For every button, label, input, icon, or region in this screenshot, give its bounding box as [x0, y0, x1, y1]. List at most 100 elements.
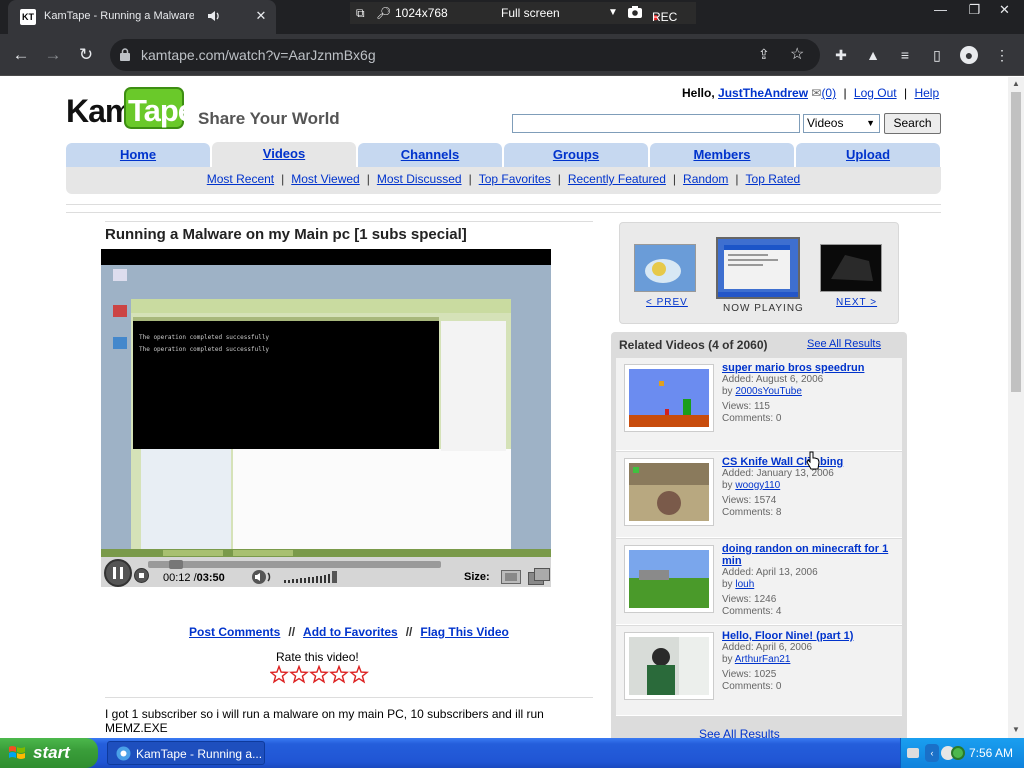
- camera-icon[interactable]: [628, 6, 642, 21]
- video-player[interactable]: The operation completed successfully The…: [101, 249, 551, 587]
- flask-icon[interactable]: ▲: [864, 46, 882, 64]
- prev-link[interactable]: < PREV: [646, 297, 688, 308]
- media-queue-icon[interactable]: ≡: [896, 46, 914, 64]
- url-text[interactable]: kamtape.com/watch?v=AarJznmBx6g: [141, 47, 376, 63]
- volume-icon[interactable]: [251, 569, 273, 585]
- close-window-icon[interactable]: ✕: [988, 0, 1021, 20]
- next-link[interactable]: NEXT >: [836, 297, 877, 308]
- related-thumbnail[interactable]: [624, 458, 714, 526]
- current-video-thumbnail[interactable]: [716, 237, 800, 299]
- tab-members[interactable]: Members: [650, 143, 794, 167]
- minimize-icon[interactable]: —: [924, 0, 957, 20]
- flag-video-link[interactable]: Flag This Video: [420, 625, 508, 639]
- stop-button[interactable]: [134, 568, 149, 583]
- taskbar-window-item[interactable]: KamTape - Running a...: [107, 741, 265, 765]
- tab-groups[interactable]: Groups: [504, 143, 648, 167]
- rating-star-icon[interactable]: [289, 665, 309, 684]
- recorder-mode[interactable]: Full screen: [501, 6, 560, 20]
- rating-star-icon[interactable]: [329, 665, 349, 684]
- chevron-down-icon[interactable]: ▼: [608, 7, 618, 18]
- security-tray-icon[interactable]: [951, 746, 965, 760]
- logout-link[interactable]: Log Out: [854, 86, 897, 100]
- related-video-item[interactable]: Hello, Floor Nine! (part 1) Added: April…: [616, 626, 902, 716]
- scroll-up-icon[interactable]: ▲: [1011, 79, 1021, 89]
- subnav-most-discussed[interactable]: Most Discussed: [377, 172, 462, 186]
- post-comments-link[interactable]: Post Comments: [189, 625, 280, 639]
- related-video-item[interactable]: doing randon on minecraft for 1 min Adde…: [616, 539, 902, 625]
- search-button[interactable]: Search: [884, 113, 941, 134]
- share-icon[interactable]: ⇪: [758, 46, 770, 63]
- profile-avatar-icon[interactable]: ●: [960, 46, 978, 64]
- tab-videos[interactable]: Videos: [212, 142, 356, 167]
- related-author-link[interactable]: ArthurFan21: [735, 654, 791, 665]
- reload-icon[interactable]: ↻: [73, 42, 99, 68]
- restore-icon[interactable]: ❐: [958, 0, 991, 20]
- side-panel-icon[interactable]: ▯: [928, 46, 946, 64]
- subnav-random[interactable]: Random: [683, 172, 728, 186]
- add-to-favorites-link[interactable]: Add to Favorites: [303, 625, 398, 639]
- related-author-link[interactable]: louh: [735, 579, 754, 590]
- fullscreen-icon[interactable]: [528, 568, 550, 585]
- audio-playing-icon[interactable]: [206, 8, 222, 24]
- subnav-top-favorites[interactable]: Top Favorites: [479, 172, 551, 186]
- subnav-most-viewed[interactable]: Most Viewed: [291, 172, 359, 186]
- zoom-icon[interactable]: 🔎︎: [376, 6, 391, 20]
- related-thumbnail[interactable]: [624, 364, 714, 432]
- related-title-link[interactable]: super mario bros speedrun: [722, 362, 900, 374]
- time-total: 03:50: [196, 572, 225, 584]
- tab-home[interactable]: Home: [66, 143, 210, 167]
- see-all-results-bottom-link[interactable]: See All Results: [699, 727, 780, 738]
- rating-stars[interactable]: [270, 665, 370, 685]
- subnav-top-rated[interactable]: Top Rated: [746, 172, 801, 186]
- tab-close-icon[interactable]: ✕: [252, 7, 270, 25]
- tab-channels[interactable]: Channels: [358, 143, 502, 167]
- related-thumbnail[interactable]: [624, 632, 714, 700]
- rating-star-icon[interactable]: [309, 665, 329, 684]
- help-link[interactable]: Help: [914, 86, 939, 100]
- kamtape-logo[interactable]: Kam Tape: [66, 85, 196, 133]
- menu-kebab-icon[interactable]: ⋮: [993, 46, 1011, 64]
- next-video-thumbnail[interactable]: [820, 244, 882, 292]
- tray-expand-icon[interactable]: ‹: [925, 744, 939, 762]
- size-label: Size:: [464, 571, 490, 583]
- rating-star-icon[interactable]: [349, 665, 369, 684]
- prev-video-thumbnail[interactable]: [634, 244, 696, 292]
- related-title-link[interactable]: doing randon on minecraft for 1 min: [722, 543, 900, 567]
- related-author-link[interactable]: woogy110: [735, 480, 780, 491]
- subnav-recently-featured[interactable]: Recently Featured: [568, 172, 666, 186]
- volume-slider[interactable]: [284, 570, 339, 584]
- keyboard-tray-icon[interactable]: [907, 748, 919, 758]
- related-video-item[interactable]: CS Knife Wall Climbing Added: January 13…: [616, 452, 902, 538]
- search-category-select[interactable]: Videos ▼: [803, 114, 880, 133]
- video-frame[interactable]: The operation completed successfully The…: [101, 265, 551, 557]
- related-author-link[interactable]: 2000sYouTube: [735, 386, 802, 397]
- address-bar[interactable]: kamtape.com/watch?v=AarJznmBx6g ⇪ ☆: [110, 39, 820, 71]
- related-thumbnail[interactable]: [624, 545, 714, 613]
- mail-icon[interactable]: ✉: [811, 86, 821, 100]
- browser-tab[interactable]: KT KamTape - Running a Malware o ✕: [8, 0, 276, 34]
- seek-knob[interactable]: [169, 560, 183, 569]
- scroll-down-icon[interactable]: ▼: [1011, 725, 1021, 735]
- related-title-link[interactable]: Hello, Floor Nine! (part 1): [722, 630, 900, 642]
- tab-upload[interactable]: Upload: [796, 143, 940, 167]
- recorder-resolution[interactable]: 1024x768: [395, 6, 448, 20]
- related-video-item[interactable]: super mario bros speedrun Added: August …: [616, 358, 902, 451]
- scrollbar-thumb[interactable]: [1011, 92, 1021, 392]
- window-icon[interactable]: ⧉: [356, 6, 365, 21]
- username-link[interactable]: JustTheAndrew: [718, 86, 808, 100]
- bookmark-star-icon[interactable]: ☆: [790, 44, 804, 64]
- seek-bar[interactable]: [148, 560, 441, 569]
- forward-icon[interactable]: →: [40, 42, 66, 68]
- pause-button[interactable]: [104, 559, 132, 587]
- extensions-icon[interactable]: ✚: [832, 46, 850, 64]
- subnav-most-recent[interactable]: Most Recent: [207, 172, 274, 186]
- search-input[interactable]: [512, 114, 800, 133]
- rating-star-icon[interactable]: [270, 665, 289, 684]
- normal-size-icon[interactable]: [501, 570, 521, 584]
- mail-count-link[interactable]: (0): [821, 86, 836, 100]
- start-button[interactable]: start: [0, 738, 98, 768]
- see-all-results-link[interactable]: See All Results: [807, 338, 881, 350]
- start-label: start: [33, 743, 70, 762]
- vertical-scrollbar[interactable]: ▲ ▼: [1008, 77, 1024, 738]
- back-icon[interactable]: ←: [8, 42, 34, 68]
